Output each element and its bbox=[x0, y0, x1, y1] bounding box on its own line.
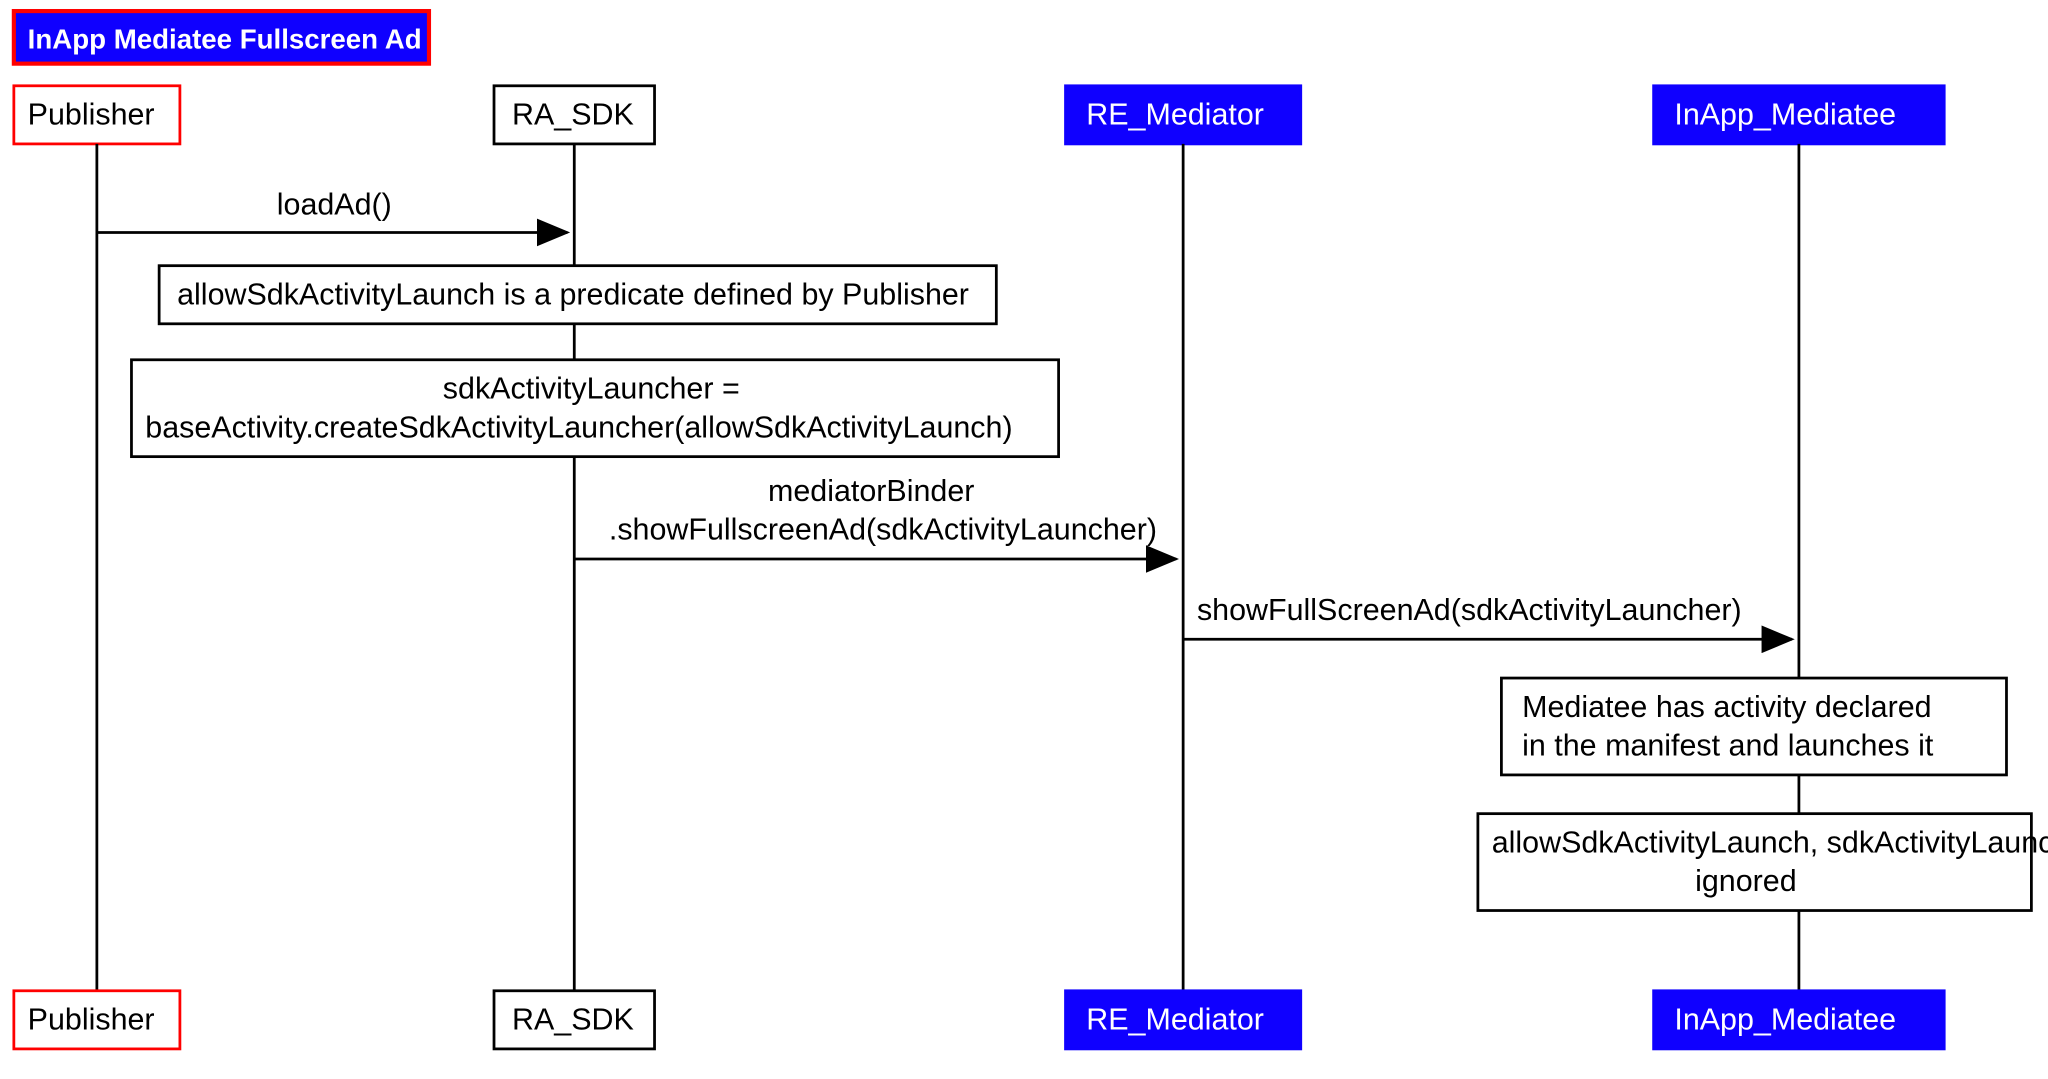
actor-publisher-top: Publisher bbox=[14, 86, 180, 144]
sequence-diagram: InApp Mediatee Fullscreen Ad Publisher R… bbox=[0, 0, 2048, 1079]
actor-re-mediator-bottom: RE_Mediator bbox=[1066, 991, 1301, 1049]
actor-ra-sdk-bottom: RA_SDK bbox=[494, 991, 655, 1049]
note-ignored-l2: ignored bbox=[1695, 864, 1797, 898]
msg-loadad-label: loadAd() bbox=[277, 187, 392, 221]
actor-inapp-mediatee-label: InApp_Mediatee bbox=[1674, 98, 1896, 132]
actor-inapp-mediatee-bottom: InApp_Mediatee bbox=[1654, 991, 1945, 1049]
actor-ra-sdk-label: RA_SDK bbox=[512, 98, 634, 132]
msg-mediatorbinder-l2: .showFullscreenAd(sdkActivityLauncher) bbox=[609, 513, 1157, 547]
svg-text:Publisher: Publisher bbox=[28, 1003, 155, 1037]
note-launcher-l2: baseActivity.createSdkActivityLauncher(a… bbox=[145, 410, 1012, 444]
actor-inapp-mediatee-top: InApp_Mediatee bbox=[1654, 86, 1945, 144]
svg-text:RE_Mediator: RE_Mediator bbox=[1086, 1003, 1264, 1037]
actor-re-mediator-top: RE_Mediator bbox=[1066, 86, 1301, 144]
note-mediatee-l1: Mediatee has activity declared bbox=[1522, 690, 1931, 724]
svg-text:InApp_Mediatee: InApp_Mediatee bbox=[1674, 1003, 1896, 1037]
note-launcher-l1: sdkActivityLauncher = bbox=[443, 372, 740, 406]
msg-mediatorbinder-l1: mediatorBinder bbox=[768, 474, 974, 508]
note-predicate: allowSdkActivityLaunch is a predicate de… bbox=[177, 277, 969, 311]
note-ignored-l1: allowSdkActivityLaunch, sdkActivityLaunc… bbox=[1492, 825, 2048, 859]
actor-publisher-label: Publisher bbox=[28, 98, 155, 132]
msg-showfullscreen-label: showFullScreenAd(sdkActivityLauncher) bbox=[1197, 593, 1742, 627]
actor-publisher-bottom: Publisher bbox=[14, 991, 180, 1049]
actor-re-mediator-label: RE_Mediator bbox=[1086, 98, 1264, 132]
actor-ra-sdk-top: RA_SDK bbox=[494, 86, 655, 144]
svg-text:RA_SDK: RA_SDK bbox=[512, 1003, 634, 1037]
note-mediatee-l2: in the manifest and launches it bbox=[1522, 729, 1934, 763]
diagram-title: InApp Mediatee Fullscreen Ad bbox=[28, 23, 422, 54]
